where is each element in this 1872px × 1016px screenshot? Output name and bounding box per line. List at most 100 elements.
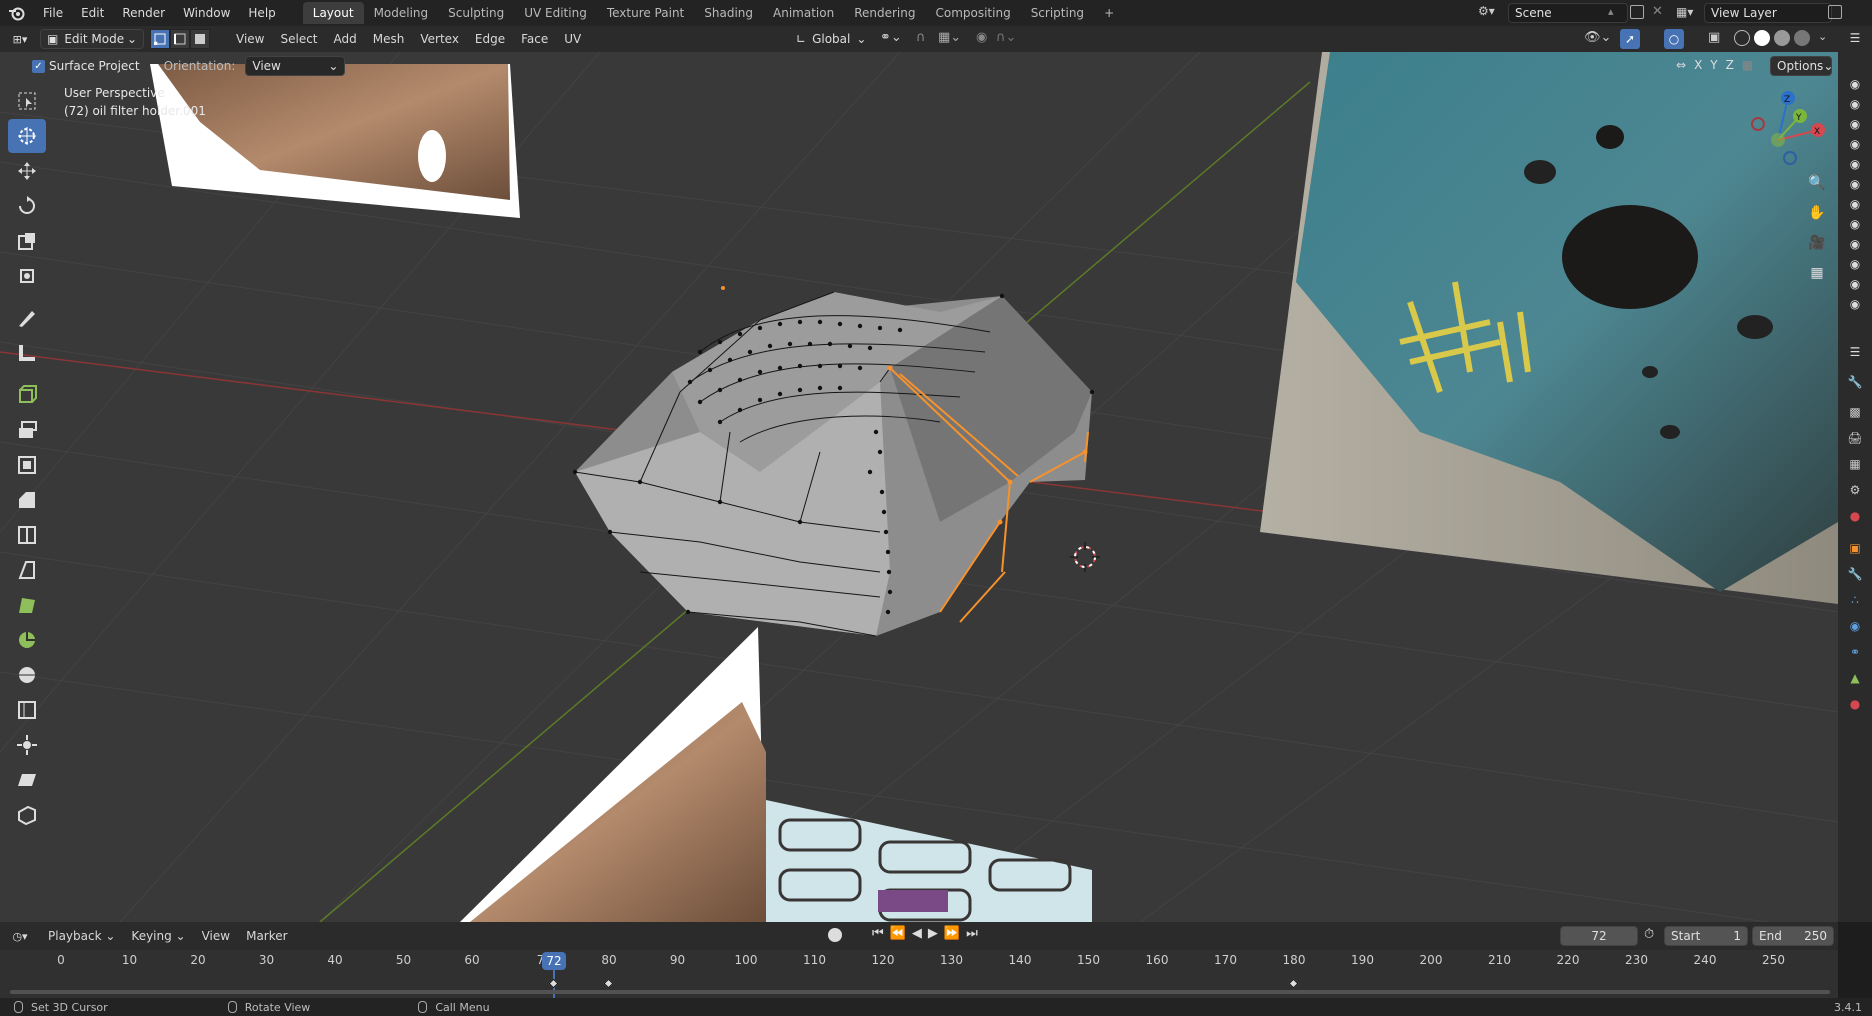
camera-visibility-icon-2[interactable]: ◉ bbox=[1847, 96, 1863, 112]
data-properties-icon[interactable]: ▲ bbox=[1847, 670, 1863, 686]
camera-view-icon[interactable]: 🎥 bbox=[1804, 230, 1830, 256]
bevel-icon[interactable] bbox=[8, 483, 46, 517]
stopwatch-icon[interactable]: ⏱ bbox=[1644, 927, 1654, 942]
current-frame-field[interactable]: 72 bbox=[1560, 926, 1638, 946]
zoom-icon[interactable]: 🔍 bbox=[1804, 170, 1830, 196]
loop-cut-icon[interactable] bbox=[8, 518, 46, 552]
tab-texture-paint[interactable]: Texture Paint bbox=[597, 2, 694, 24]
tab-scripting[interactable]: Scripting bbox=[1021, 2, 1094, 24]
menu-file[interactable]: File bbox=[34, 0, 72, 26]
camera-visibility-icon-9[interactable]: ◉ bbox=[1847, 236, 1863, 252]
new-view-layer-icon[interactable] bbox=[1828, 5, 1842, 19]
gizmo-toggle-icon[interactable]: ➚ bbox=[1620, 29, 1640, 49]
marker-menu[interactable]: Marker bbox=[238, 926, 295, 946]
camera-visibility-icon-4[interactable]: ◉ bbox=[1847, 136, 1863, 152]
spin-icon[interactable] bbox=[8, 623, 46, 657]
select-box-icon[interactable] bbox=[8, 84, 46, 118]
menu-edge[interactable]: Edge bbox=[467, 29, 513, 49]
mirror-x-toggle[interactable]: X bbox=[1694, 58, 1702, 72]
viewport-scene[interactable]: Z Y X bbox=[0, 52, 1838, 922]
ortho-toggle-icon[interactable]: ▦ bbox=[1804, 260, 1830, 286]
3d-cursor[interactable] bbox=[1070, 542, 1100, 572]
camera-visibility-icon-12[interactable]: ◉ bbox=[1847, 296, 1863, 312]
camera-visibility-icon-1[interactable]: ◉ bbox=[1847, 76, 1863, 92]
measure-icon[interactable] bbox=[8, 336, 46, 370]
extrude-icon[interactable] bbox=[8, 413, 46, 447]
tab-shading[interactable]: Shading bbox=[694, 2, 763, 24]
knife-icon[interactable] bbox=[8, 553, 46, 587]
annotate-icon[interactable] bbox=[8, 301, 46, 335]
xray-icon[interactable]: ▣ bbox=[1708, 30, 1720, 45]
move-icon[interactable] bbox=[8, 154, 46, 188]
object-properties-icon[interactable]: ▣ bbox=[1847, 540, 1863, 556]
material-properties-icon[interactable]: ● bbox=[1847, 696, 1863, 712]
tool-properties-icon[interactable]: 🔧 bbox=[1847, 374, 1863, 390]
pan-hand-icon[interactable]: ✋ bbox=[1804, 200, 1830, 226]
keyframe-diamond[interactable] bbox=[603, 978, 614, 989]
play-reverse-icon[interactable]: ◀ bbox=[912, 926, 922, 941]
jump-end-icon[interactable]: ⏭ bbox=[966, 926, 978, 941]
view-layer-field[interactable]: View Layer bbox=[1704, 3, 1832, 23]
tab-sculpting[interactable]: Sculpting bbox=[438, 2, 514, 24]
pivot-point-icon[interactable]: ⚭⌄ bbox=[880, 30, 902, 45]
solid-shading-icon[interactable] bbox=[1754, 30, 1770, 46]
close-scene-icon[interactable]: ✕ bbox=[1652, 4, 1663, 19]
smooth-icon[interactable] bbox=[8, 658, 46, 692]
transform-icon[interactable] bbox=[8, 259, 46, 293]
wireframe-shading-icon[interactable] bbox=[1734, 30, 1750, 46]
blender-logo-icon[interactable] bbox=[0, 0, 34, 26]
keying-menu[interactable]: Keying ⌄ bbox=[123, 926, 193, 946]
face-select-icon[interactable] bbox=[190, 29, 210, 49]
cursor-icon[interactable] bbox=[8, 119, 46, 153]
surface-project-checkbox[interactable]: ✓ bbox=[32, 59, 45, 73]
properties-toggle-icon[interactable]: ☰ bbox=[1847, 344, 1863, 360]
rip-icon[interactable] bbox=[8, 798, 46, 832]
playhead[interactable]: 72 bbox=[542, 952, 566, 970]
output-properties-icon[interactable]: 🖨 bbox=[1847, 430, 1863, 446]
physics-properties-icon[interactable]: ◉ bbox=[1847, 618, 1863, 634]
constraints-properties-icon[interactable]: ⚭ bbox=[1847, 644, 1863, 660]
tab-compositing[interactable]: Compositing bbox=[925, 2, 1020, 24]
prev-keyframe-icon[interactable]: ⏪ bbox=[890, 926, 906, 941]
mirror-icon[interactable]: ⇔ bbox=[1676, 58, 1686, 72]
shear-icon[interactable] bbox=[8, 763, 46, 797]
menu-face[interactable]: Face bbox=[513, 29, 556, 49]
timeline-view-menu[interactable]: View bbox=[194, 926, 238, 946]
view-layer-selector-icon[interactable]: ▦▾ bbox=[1676, 5, 1700, 21]
scale-icon[interactable] bbox=[8, 224, 46, 258]
camera-visibility-icon-3[interactable]: ◉ bbox=[1847, 116, 1863, 132]
reference-image-bottom[interactable] bbox=[460, 627, 1092, 922]
end-frame-field[interactable]: End 250 bbox=[1752, 926, 1834, 946]
modifier-properties-icon[interactable]: 🔧 bbox=[1847, 566, 1863, 582]
add-cube-icon[interactable] bbox=[8, 378, 46, 412]
tab-animation[interactable]: Animation bbox=[763, 2, 844, 24]
next-keyframe-icon[interactable]: ⏩ bbox=[944, 926, 960, 941]
timeline-editor-icon[interactable]: ◷▾ bbox=[0, 930, 40, 943]
camera-visibility-icon-8[interactable]: ◉ bbox=[1847, 216, 1863, 232]
camera-visibility-icon-6[interactable]: ◉ bbox=[1847, 176, 1863, 192]
overlay-toggle-icon[interactable]: ○ bbox=[1664, 29, 1684, 49]
record-icon[interactable] bbox=[828, 928, 842, 942]
camera-visibility-icon-7[interactable]: ◉ bbox=[1847, 196, 1863, 212]
auto-merge-icon[interactable]: ▦ bbox=[1742, 58, 1753, 72]
start-frame-field[interactable]: Start 1 bbox=[1664, 926, 1748, 946]
edge-select-icon[interactable] bbox=[170, 29, 190, 49]
add-workspace-button[interactable]: + bbox=[1094, 2, 1124, 24]
menu-uv[interactable]: UV bbox=[556, 29, 589, 49]
tab-layout[interactable]: Layout bbox=[302, 2, 364, 24]
options-dropdown[interactable]: Options ⌄ bbox=[1770, 56, 1833, 76]
menu-add[interactable]: Add bbox=[326, 29, 365, 49]
3d-viewport[interactable]: Z Y X ✓ Surface Project Orientation: Vie… bbox=[0, 52, 1838, 922]
poly-build-icon[interactable] bbox=[8, 588, 46, 622]
falloff-icon[interactable]: ∩⌄ bbox=[996, 30, 1016, 45]
render-properties-icon[interactable]: ▩ bbox=[1847, 404, 1863, 420]
mirror-z-toggle[interactable]: Z bbox=[1726, 58, 1734, 72]
camera-visibility-icon-10[interactable]: ◉ bbox=[1847, 256, 1863, 272]
snap-target-icon[interactable]: ▦⌄ bbox=[938, 30, 961, 45]
mode-dropdown[interactable]: ▣ Edit Mode ⌄ bbox=[40, 29, 144, 49]
proportional-edit-icon[interactable]: ◉ bbox=[976, 30, 987, 45]
rendered-shading-icon[interactable] bbox=[1794, 30, 1810, 46]
material-shading-icon[interactable] bbox=[1774, 30, 1790, 46]
visibility-icon[interactable]: 👁⌄ bbox=[1584, 30, 1611, 45]
menu-view[interactable]: View bbox=[228, 29, 272, 49]
